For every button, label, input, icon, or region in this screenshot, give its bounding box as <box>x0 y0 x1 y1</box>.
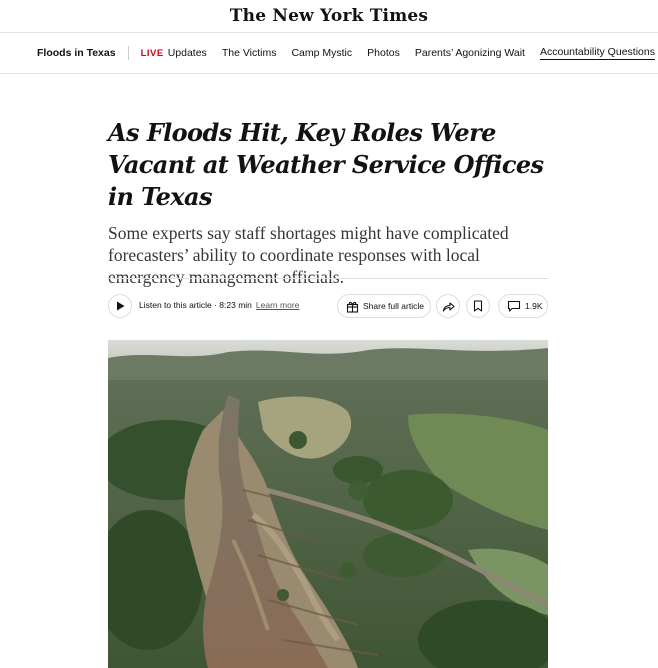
live-badge: LIVE <box>140 48 164 59</box>
listen-info: Listen to this article · 8:23 min Learn m… <box>139 300 299 310</box>
aerial-flood-photo <box>108 340 548 668</box>
nav-item-accountability-questions[interactable]: Accountability Questions <box>539 46 655 60</box>
nav-item-parents-agonizing-wait[interactable]: Parents’ Agonizing Wait <box>415 47 525 59</box>
nav-item-camp-mystic[interactable]: Camp Mystic <box>291 47 352 59</box>
share-button[interactable] <box>436 294 460 318</box>
share-full-article-button[interactable]: Share full article <box>337 294 431 318</box>
comment-icon <box>507 300 521 312</box>
learn-more-link[interactable]: Learn more <box>256 300 299 310</box>
play-audio-button[interactable] <box>108 294 132 318</box>
save-button[interactable] <box>466 294 490 318</box>
nav-item-updates-label: Updates <box>167 47 207 59</box>
story-nav: Floods in Texas LIVE Updates The Victims … <box>0 33 658 74</box>
nav-item-photos[interactable]: Photos <box>367 47 400 59</box>
story-section-label[interactable]: Floods in Texas <box>37 46 129 60</box>
header-divider <box>108 278 548 279</box>
nyt-logo[interactable]: The New York Times <box>230 6 428 26</box>
article-page: The New York Times Floods in Texas LIVE U… <box>0 0 658 668</box>
gift-icon <box>346 301 359 313</box>
nav-item-updates[interactable]: LIVE Updates <box>141 47 207 59</box>
nav-item-the-victims[interactable]: The Victims <box>222 47 277 59</box>
masthead: The New York Times <box>0 0 658 33</box>
article-header: As Floods Hit, Key Roles Were Vacant at … <box>108 117 548 288</box>
bookmark-icon <box>473 300 483 312</box>
share-full-article-label: Share full article <box>363 301 424 311</box>
listen-label: Listen to this article · 8:23 min <box>139 300 252 310</box>
lead-photo <box>108 340 548 668</box>
comments-button[interactable]: 1.9K <box>498 294 548 318</box>
article-toolbar: Listen to this article · 8:23 min Learn m… <box>108 293 548 319</box>
share-icon <box>442 301 455 312</box>
headline: As Floods Hit, Key Roles Were Vacant at … <box>108 118 544 211</box>
play-icon <box>116 301 124 311</box>
comments-count: 1.9K <box>525 301 543 311</box>
